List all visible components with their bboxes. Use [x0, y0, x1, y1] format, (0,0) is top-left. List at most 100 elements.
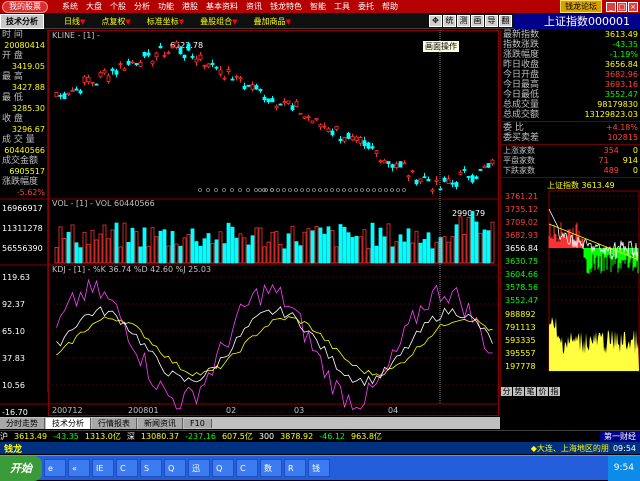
panel-tab[interactable]: 分	[501, 387, 512, 396]
task-button[interactable]: e	[44, 459, 66, 477]
news-marquee[interactable]: ◆大连、上海地区的朋	[531, 443, 609, 454]
tool-button[interactable]: 导	[485, 15, 498, 27]
volume-bar	[206, 233, 211, 264]
volume-bar	[70, 224, 75, 264]
panel-tab[interactable]: 笔	[525, 387, 536, 396]
volume-bar	[270, 231, 275, 264]
volume-bar	[102, 224, 107, 264]
volume-bar	[178, 245, 183, 264]
volume-bar	[170, 231, 175, 264]
menu-item[interactable]: 港股	[182, 1, 198, 12]
candle-body	[462, 169, 467, 171]
start-button[interactable]: 开始	[0, 455, 42, 481]
bottom-tab[interactable]: F10	[184, 418, 212, 428]
bottom-tab[interactable]: 技术分析	[46, 417, 91, 429]
forum-button[interactable]: 钱龙论坛	[560, 0, 602, 13]
tool-button[interactable]: 测	[457, 15, 470, 27]
menu-item[interactable]: 系统	[62, 1, 78, 12]
mini-volume-label: 791113	[505, 323, 536, 332]
maximize-icon[interactable]: □	[617, 1, 627, 12]
mini-volume-area	[549, 317, 639, 371]
ticker-channel[interactable]: 第一财经	[600, 431, 640, 442]
signal-marker	[238, 188, 242, 192]
candle-body	[426, 178, 431, 182]
task-button[interactable]: S	[140, 459, 162, 477]
menu-item[interactable]: 工具	[334, 1, 350, 12]
volume-bar	[310, 230, 315, 264]
mini-intraday-chart[interactable]: 上证指数 3613.49 3761.21 3735.12 3709.02 3682.9…	[501, 179, 640, 389]
volume-bar	[246, 244, 251, 264]
candle-body	[330, 130, 335, 136]
tool-button[interactable]: 翻	[499, 15, 512, 27]
candle-body	[450, 182, 455, 185]
task-button[interactable]: 钱	[308, 459, 330, 477]
bottom-tab[interactable]: 行情报表	[92, 417, 137, 429]
chart-option[interactable]: 叠股组合▼	[192, 16, 245, 27]
menu-item[interactable]: 资讯	[246, 1, 262, 12]
volume-bar	[442, 236, 447, 264]
task-button[interactable]: 迅	[188, 459, 210, 477]
menu-item[interactable]: 帮助	[382, 1, 398, 12]
signal-marker	[366, 188, 370, 192]
volume-bar	[322, 233, 327, 264]
task-button[interactable]: Q	[212, 459, 234, 477]
candle-body	[490, 159, 495, 165]
volume-bar	[254, 227, 259, 264]
chart-option[interactable]: 点复权▼	[93, 16, 138, 27]
x-axis-label: 200801	[128, 406, 159, 415]
my-stocks-tag[interactable]: 我的股票	[2, 0, 48, 13]
tool-button[interactable]: ✥	[429, 15, 442, 27]
candle-body	[482, 165, 487, 169]
volume-bar	[458, 216, 463, 264]
task-button[interactable]: C	[236, 459, 258, 477]
task-button[interactable]: «	[68, 459, 90, 477]
task-button[interactable]: Q	[164, 459, 186, 477]
volume-bar	[118, 246, 123, 264]
minimize-icon[interactable]: _	[606, 1, 616, 12]
close-icon[interactable]: ×	[628, 1, 638, 12]
candle-body	[446, 178, 451, 184]
menu-item[interactable]: 智能	[310, 1, 326, 12]
menu-item[interactable]: 钱龙特色	[270, 1, 302, 12]
panel-tab[interactable]: 价	[537, 387, 548, 396]
bottom-tab[interactable]: 分时走势	[0, 417, 45, 429]
menu-item[interactable]: 功能	[158, 1, 174, 12]
order-row: 委 比 +4.18%	[501, 123, 640, 133]
tool-button[interactable]: 统	[443, 15, 456, 27]
kline-chart[interactable]: KLINE - [1] - 6522.78 2990.79 VOL - [1] …	[0, 30, 500, 416]
chart-option[interactable]: 叠加商品▼	[246, 16, 299, 27]
task-button[interactable]: 数	[260, 459, 282, 477]
candle-body	[366, 142, 371, 149]
chart-option[interactable]: 日线▼	[56, 16, 93, 27]
menu-item[interactable]: 大盘	[86, 1, 102, 12]
volume-bar	[330, 230, 335, 264]
task-button[interactable]: R	[284, 459, 306, 477]
menu-item[interactable]: 分析	[134, 1, 150, 12]
candle-body	[466, 176, 471, 178]
volume-bar	[302, 231, 307, 264]
ticker-field: -43.35	[53, 432, 79, 441]
bottom-tab[interactable]: 新闻资讯	[138, 417, 183, 429]
menu-item[interactable]: 个股	[110, 1, 126, 12]
panel-tab[interactable]: 势	[513, 387, 524, 396]
signal-marker	[348, 188, 352, 192]
task-button[interactable]: C	[116, 459, 138, 477]
candle-body	[294, 101, 299, 107]
menu-item[interactable]: 委托	[358, 1, 374, 12]
chart-option[interactable]: 标准坐标▼	[139, 16, 192, 27]
candle-body	[162, 54, 167, 57]
signal-marker	[254, 188, 258, 192]
ticker-field: 1313.0亿	[84, 432, 121, 441]
tab-technical-analysis[interactable]: 技术分析	[0, 13, 44, 29]
volume-bar	[210, 242, 215, 264]
tool-button[interactable]: 画	[471, 15, 484, 27]
candle-body	[118, 63, 123, 66]
panel-tab[interactable]: 指	[549, 387, 560, 396]
menu-item[interactable]: 基本资料	[206, 1, 238, 12]
task-button[interactable]: IE	[92, 459, 114, 477]
volume-axis-label: 11311278	[2, 224, 43, 233]
candle-body	[318, 124, 323, 128]
candle-body	[398, 161, 403, 168]
candle-body	[170, 46, 175, 49]
kdj-axis-label: 119.63	[2, 273, 30, 282]
